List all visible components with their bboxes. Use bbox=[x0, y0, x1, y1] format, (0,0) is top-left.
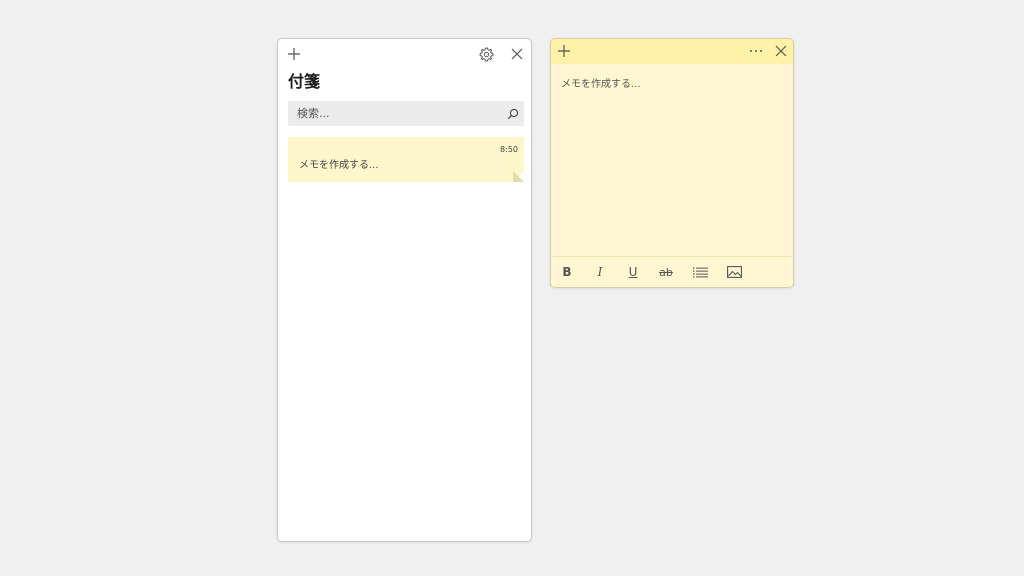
bulleted-list-button[interactable] bbox=[689, 261, 711, 283]
list-titlebar bbox=[278, 39, 531, 69]
close-note-button[interactable] bbox=[770, 40, 792, 62]
plus-icon bbox=[558, 45, 570, 57]
bold-button[interactable]: B bbox=[556, 261, 578, 283]
new-note-button[interactable] bbox=[553, 40, 575, 62]
note-timestamp: 8:50 bbox=[500, 145, 518, 154]
search-button[interactable] bbox=[502, 103, 524, 125]
format-toolbar: B I U ab bbox=[551, 256, 793, 287]
settings-button[interactable] bbox=[475, 43, 497, 65]
gear-icon bbox=[479, 47, 493, 61]
note-body-editor[interactable]: メモを作成する... bbox=[561, 75, 641, 90]
close-icon bbox=[511, 48, 523, 60]
bulleted-list-icon bbox=[692, 267, 708, 277]
page-title: 付箋 bbox=[288, 72, 321, 91]
image-icon bbox=[726, 266, 742, 278]
search-box bbox=[288, 101, 524, 126]
close-list-button[interactable] bbox=[506, 43, 528, 65]
insert-image-button[interactable] bbox=[723, 261, 745, 283]
search-input[interactable] bbox=[288, 101, 498, 126]
new-note-button[interactable] bbox=[283, 43, 305, 65]
close-icon bbox=[775, 45, 787, 57]
desktop: 付箋 8:50 メモを作成する... bbox=[0, 0, 1024, 576]
more-options-button[interactable] bbox=[745, 40, 767, 62]
notes-list-window: 付箋 8:50 メモを作成する... bbox=[277, 38, 532, 542]
search-icon bbox=[507, 108, 519, 120]
note-preview: メモを作成する... bbox=[299, 160, 379, 171]
strikethrough-button[interactable]: ab bbox=[655, 261, 677, 283]
italic-button[interactable]: I bbox=[589, 261, 611, 283]
note-list-item[interactable]: 8:50 メモを作成する... bbox=[288, 137, 524, 182]
note-titlebar[interactable] bbox=[551, 39, 793, 64]
more-icon bbox=[750, 50, 762, 52]
underline-button[interactable]: U bbox=[622, 261, 644, 283]
sticky-note-window: メモを作成する... B I U ab bbox=[550, 38, 794, 288]
note-fold-corner bbox=[513, 171, 524, 182]
plus-icon bbox=[288, 48, 300, 60]
